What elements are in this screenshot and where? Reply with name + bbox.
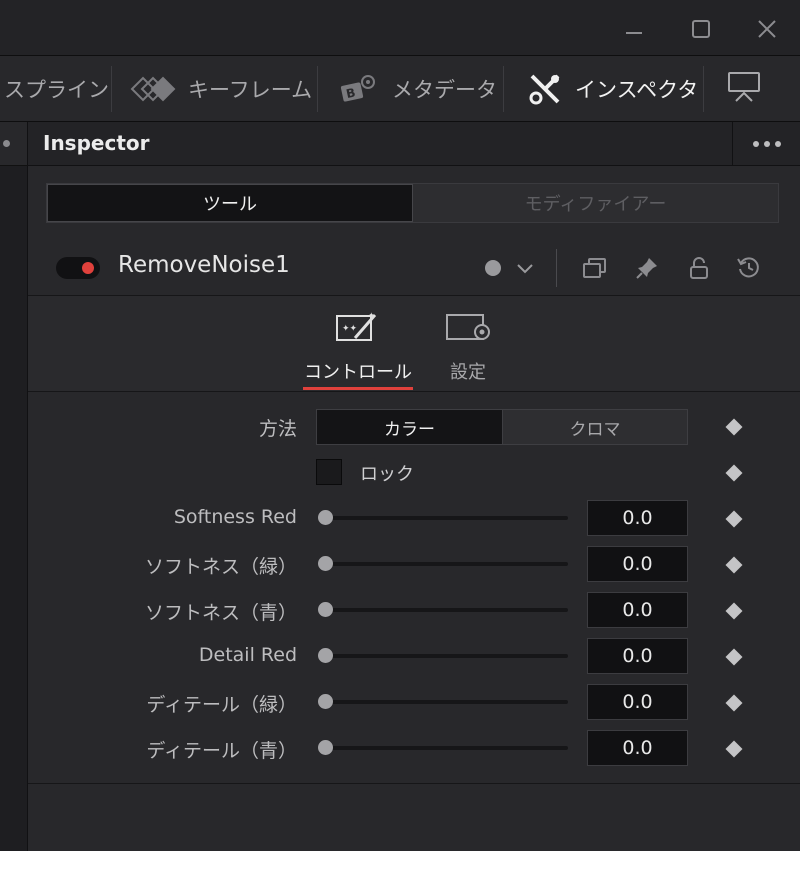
maximize-icon[interactable]	[684, 12, 718, 46]
metadata-icon: B	[340, 72, 380, 106]
svg-text:✦: ✦	[368, 311, 375, 320]
value-field[interactable]: 0.0	[587, 546, 688, 582]
value-field[interactable]: 0.0	[587, 500, 688, 536]
keyframe-diamond-icon[interactable]	[725, 740, 743, 758]
minimize-icon[interactable]	[617, 12, 651, 46]
toolbar-spline-label: スプライン	[4, 78, 109, 102]
slider-track[interactable]	[324, 746, 568, 750]
lock-checkbox[interactable]	[316, 459, 342, 485]
method-selector: カラー クロマ	[316, 409, 688, 445]
svg-text:✦✦: ✦✦	[342, 324, 358, 334]
slider-track[interactable]	[324, 700, 568, 704]
toolbar-presentation[interactable]	[726, 56, 762, 122]
slider-track[interactable]	[324, 608, 568, 612]
window-titlebar	[0, 0, 800, 56]
toolbar-spline[interactable]: スプライン	[4, 56, 109, 122]
slider-handle[interactable]	[318, 694, 333, 709]
slider-label: Softness Red	[173, 506, 297, 528]
toolbar-divider	[317, 66, 318, 112]
method-option-color[interactable]: カラー	[317, 410, 503, 444]
versions-icon[interactable]	[582, 255, 608, 281]
toolbar-keyframes-label: キーフレーム	[188, 78, 313, 102]
slider-track[interactable]	[324, 516, 568, 520]
slider-label: Detail Red	[198, 644, 297, 666]
lock-label: ロック	[360, 464, 414, 485]
left-panel-header	[0, 122, 27, 166]
toolbar-keyframes[interactable]: キーフレーム	[130, 56, 312, 122]
slider-handle[interactable]	[318, 740, 333, 755]
toolbar-inspector[interactable]: インスペクタ	[527, 56, 698, 122]
keyframe-diamond-icon[interactable]	[725, 464, 743, 482]
lock-icon[interactable]	[686, 255, 712, 281]
keyframe-diamond-icon[interactable]	[725, 556, 743, 574]
value-field[interactable]: 0.0	[587, 638, 688, 674]
left-panel	[0, 122, 28, 851]
slider-handle[interactable]	[318, 556, 333, 571]
slider-handle[interactable]	[318, 510, 333, 525]
slider-label: ディテール（緑）	[146, 694, 297, 716]
settings-icon	[444, 310, 492, 348]
value-field[interactable]: 0.0	[587, 684, 688, 720]
active-subtab-indicator	[303, 387, 413, 390]
value-field[interactable]: 0.0	[587, 592, 688, 628]
controls-section: 方法 カラー クロマ ロック Softness Red 0.0 ソフトネス（緑）…	[28, 392, 800, 784]
presentation-icon	[726, 69, 762, 110]
subtab-settings[interactable]: 設定	[438, 310, 498, 384]
value-field[interactable]: 0.0	[587, 730, 688, 766]
tool-enable-toggle[interactable]	[56, 257, 100, 279]
keyframe-diamond-icon[interactable]	[725, 602, 743, 620]
toolbar-divider	[503, 66, 504, 112]
toolbar-metadata-label: メタデータ	[392, 78, 497, 102]
slider-handle[interactable]	[318, 602, 333, 617]
inspector-icon	[527, 71, 563, 107]
keyframes-icon	[130, 76, 176, 102]
toolbar-divider	[703, 66, 704, 112]
slider-label: ソフトネス（青）	[144, 602, 297, 624]
toolbar-divider	[111, 66, 112, 112]
method-option-chroma[interactable]: クロマ	[503, 410, 687, 444]
slider-track[interactable]	[324, 654, 568, 658]
controls-icon: ✦✦ ✦	[335, 310, 381, 348]
tool-header-divider	[556, 249, 557, 287]
inspector-tabs: ツール モディファイアー	[46, 183, 779, 223]
keyframe-diamond-icon[interactable]	[725, 510, 743, 528]
method-label: 方法	[258, 418, 297, 440]
panel-menu-icon[interactable]	[3, 140, 10, 147]
keyframe-diamond-icon[interactable]	[725, 648, 743, 666]
color-dot-icon[interactable]	[480, 255, 506, 281]
keyframe-diamond-icon[interactable]	[725, 694, 743, 712]
close-icon[interactable]	[750, 12, 784, 46]
panel-toolbar: スプライン キーフレーム B メタデータ インスペクタ	[0, 56, 800, 122]
slider-track[interactable]	[324, 562, 568, 566]
inspector-panel: Inspector ツール モディファイアー RemoveNoise1 ✦✦ ✦…	[28, 122, 800, 851]
toggle-knob	[82, 262, 94, 274]
tool-header: RemoveNoise1	[28, 241, 800, 295]
pin-icon[interactable]	[634, 255, 660, 281]
subtab-controls-label: コントロール	[304, 362, 412, 383]
inspector-header: Inspector	[28, 122, 800, 166]
slider-handle[interactable]	[318, 648, 333, 663]
toolbar-metadata[interactable]: B メタデータ	[340, 56, 497, 122]
slider-label: ディテール（青）	[146, 740, 297, 762]
tab-modifiers[interactable]: モディファイアー	[413, 184, 778, 222]
more-options-icon[interactable]	[732, 122, 800, 166]
toolbar-inspector-label: インスペクタ	[575, 78, 699, 102]
reset-icon[interactable]	[736, 255, 762, 281]
inspector-title: Inspector	[43, 131, 150, 155]
chevron-down-icon[interactable]	[512, 255, 538, 281]
slider-label: ソフトネス（緑）	[144, 556, 297, 578]
tab-tools[interactable]: ツール	[47, 184, 413, 222]
tool-name: RemoveNoise1	[118, 252, 290, 278]
subtab-controls[interactable]: ✦✦ ✦ コントロール	[303, 310, 413, 384]
subtab-settings-label: 設定	[450, 362, 486, 383]
inspector-subtabs: ✦✦ ✦ コントロール 設定	[28, 295, 800, 392]
keyframe-diamond-icon[interactable]	[725, 418, 743, 436]
